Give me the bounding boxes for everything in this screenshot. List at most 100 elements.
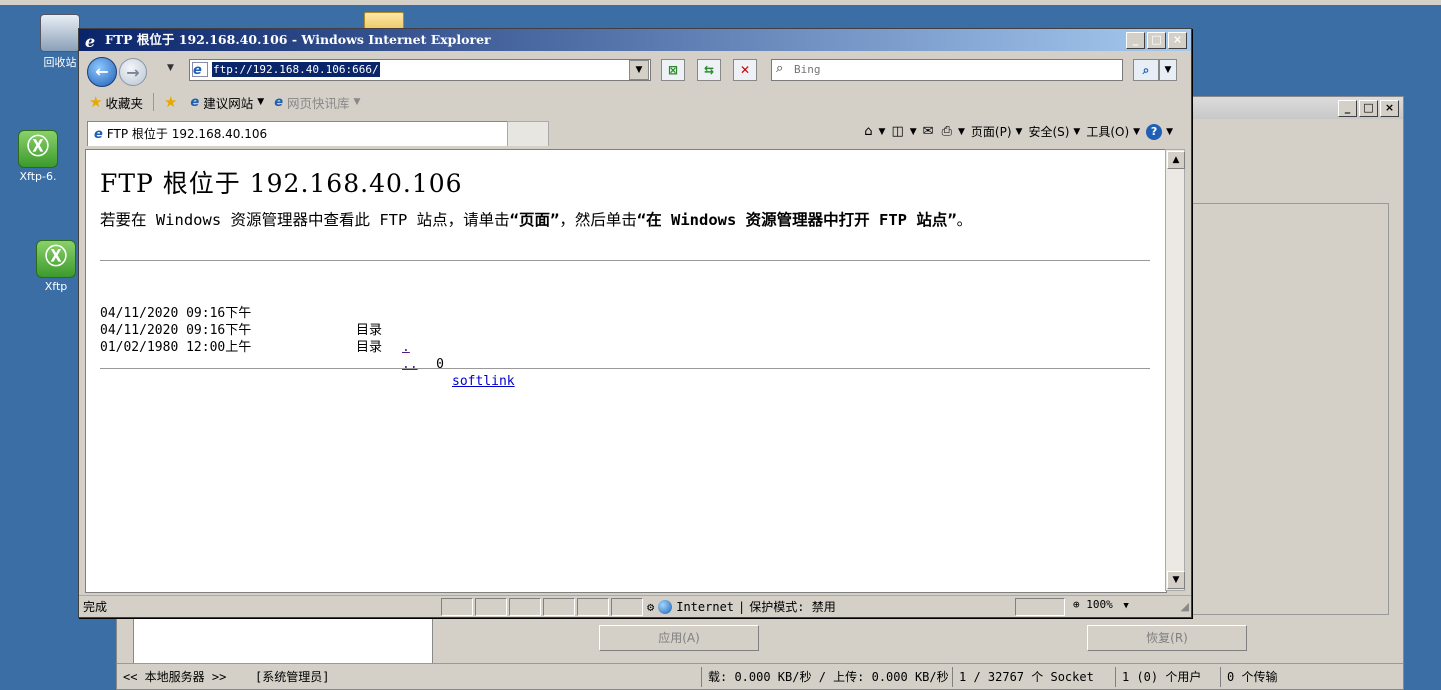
feeds-button[interactable]: ◫ ▼ [891,124,916,139]
entry-link-current[interactable]: . [402,339,410,356]
resize-grip-icon[interactable]: ◢ [1181,600,1189,613]
entry-link-softlink[interactable]: softlink [452,373,515,390]
desc-page-hint: “页面” [509,211,560,229]
ie-page-icon: e [190,94,200,110]
safety-menu[interactable]: 安全(S) ▼ [1028,123,1080,140]
window-controls: _ □ × [1126,32,1187,49]
window-title: FTP 根位于 192.168.40.106 - Windows Interne… [105,32,491,47]
divider [152,93,154,111]
tab-ftp-root[interactable]: e FTP 根位于 192.168.40.106 [87,121,509,146]
favorites-bar: ★ 收藏夹 ★ e 建议网站 ▼ e 网页快讯库 ▼ [79,89,1191,115]
status-local-server: << 本地服务器 >> [123,669,227,684]
tools-icon: ⚙ [647,599,655,614]
status-cell [475,598,507,616]
status-cell [1015,598,1065,616]
minimize-button[interactable]: _ [1126,32,1145,49]
mail-icon: ✉ [922,124,934,139]
chevron-down-icon: ▼ [1133,126,1141,137]
status-rates: 载: 0.000 KB/秒 / 上传: 0.000 KB/秒 [701,666,952,687]
refresh-button[interactable]: ⇆ [697,59,721,81]
entry-type: 目录 [356,340,383,355]
add-favorite-icon: ★ [163,93,178,111]
chevron-down-icon: ▼ [1015,126,1023,137]
scroll-down-button[interactable]: ▼ [1167,571,1185,589]
search-button[interactable]: ⌕ [1133,59,1159,81]
page-menu[interactable]: 页面(P) ▼ [971,123,1023,140]
add-to-favorites-bar-button[interactable]: ★ [164,93,180,111]
address-bar[interactable]: e ftp://192.168.40.106:666/ [189,59,651,81]
tab-row: e FTP 根位于 192.168.40.106 ⌂ ▼ ◫ ▼ ✉ ⎙ ▼ 页面(P)… [79,117,1191,147]
desc-open-hint: “在 Windows 资源管理器中打开 FTP 站点” [636,211,957,229]
xftp-installer-desktop-icon[interactable]: Ⓧ Xftp-6. [6,130,70,183]
desktop-top-strip [0,0,1441,5]
maximize-button[interactable]: □ [1359,100,1378,117]
background-left-list[interactable] [133,617,433,669]
entry-type: 目录 [356,323,383,338]
maximize-button[interactable]: □ [1147,32,1166,49]
listing-row: 04/11/2020 09:16下午 目录 . [100,288,410,355]
read-mail-button[interactable]: ✉ [923,124,936,139]
restore-button[interactable]: 恢复(R) [1087,625,1247,651]
home-button[interactable]: ⌂ ▼ [864,124,885,139]
close-button[interactable]: × [1168,32,1187,49]
ie-titlebar[interactable]: e FTP 根位于 192.168.40.106 - Windows Intern… [79,29,1191,51]
scroll-up-button[interactable]: ▲ [1167,151,1185,169]
new-tab-button[interactable] [507,121,549,146]
xftp-icon: Ⓧ [18,130,58,168]
tools-menu[interactable]: 工具(O) ▼ [1086,123,1140,140]
command-bar: ⌂ ▼ ◫ ▼ ✉ ⎙ ▼ 页面(P) ▼ 安全(S) ▼ 工具(O) ▼ ? ▼ [864,123,1173,140]
chevron-down-icon: ▼ [353,97,361,107]
divider: | [738,599,746,614]
zoom-control[interactable]: ⊕ 100% ▼ [1073,598,1129,611]
ie-logo-icon: e [85,32,96,51]
back-button[interactable]: ← [87,57,117,87]
search-input[interactable] [794,62,1114,77]
tab-title: FTP 根位于 192.168.40.106 [106,127,268,141]
favorites-button[interactable]: ★ 收藏夹 [89,93,143,112]
close-button[interactable]: × [1380,100,1399,117]
search-provider-icon: ⌕ [776,61,784,76]
recent-pages-arrow-icon[interactable]: ▼ [167,63,174,73]
chevron-down-icon: ▼ [1166,126,1173,137]
web-slice-gallery-button[interactable]: e 网页快讯库 ▼ [274,93,360,112]
rss-icon: ◫ [891,124,904,139]
status-cell [611,598,643,616]
status-users: 1 (0) 个用户 [1115,666,1220,687]
printer-icon: ⎙ [941,124,952,139]
zone-label: Internet [676,599,735,614]
compatibility-view-button[interactable]: ⊠ [661,59,685,81]
entry-size: 0 [436,357,444,372]
page-title: FTP 根位于 192.168.40.106 [100,169,463,198]
background-status-bar: << 本地服务器 >> [系统管理员] 载: 0.000 KB/秒 / 上传: … [117,663,1403,689]
address-dropdown-button[interactable]: ▼ [629,60,649,80]
suggested-sites-button[interactable]: e 建议网站 ▼ [190,93,264,112]
status-sockets: 1 / 32767 个 Socket [952,666,1115,687]
tools-menu-label: 工具(O) [1086,125,1130,139]
entry-date: 01/02/1980 12:00上午 [100,340,252,355]
security-zone[interactable]: ⚙ Internet | 保护模式: 禁用 [647,598,836,615]
search-box[interactable]: ⌕ [771,59,1123,81]
ie-page-icon: e [274,94,284,110]
ie-window[interactable]: e FTP 根位于 192.168.40.106 - Windows Intern… [78,28,1192,618]
chevron-down-icon: ▼ [909,126,917,137]
stop-button[interactable]: ✕ [733,59,757,81]
desktop-icon-label: Xftp-6. [19,170,57,183]
background-right-panel [1187,203,1389,615]
favorites-label: 收藏夹 [105,95,143,111]
safety-menu-label: 安全(S) [1028,125,1070,139]
recycle-bin-icon [40,14,80,52]
minimize-button[interactable]: _ [1338,100,1357,117]
web-slice-gallery-label: 网页快讯库 [287,95,350,111]
apply-button[interactable]: 应用(A) [599,625,759,651]
forward-button[interactable]: → [119,58,147,86]
desc-end: 。 [956,211,973,229]
status-cell [577,598,609,616]
star-icon: ★ [89,93,103,111]
help-menu[interactable]: ? ▼ [1146,123,1173,140]
help-icon: ? [1146,123,1163,140]
vertical-scrollbar[interactable]: ▲ ▼ [1165,149,1185,591]
print-button[interactable]: ⎙ ▼ [942,124,965,139]
search-options-dropdown[interactable]: ▼ [1159,59,1177,81]
entry-link-parent[interactable]: .. [402,356,418,373]
address-input[interactable]: ftp://192.168.40.106:666/ [212,62,380,77]
